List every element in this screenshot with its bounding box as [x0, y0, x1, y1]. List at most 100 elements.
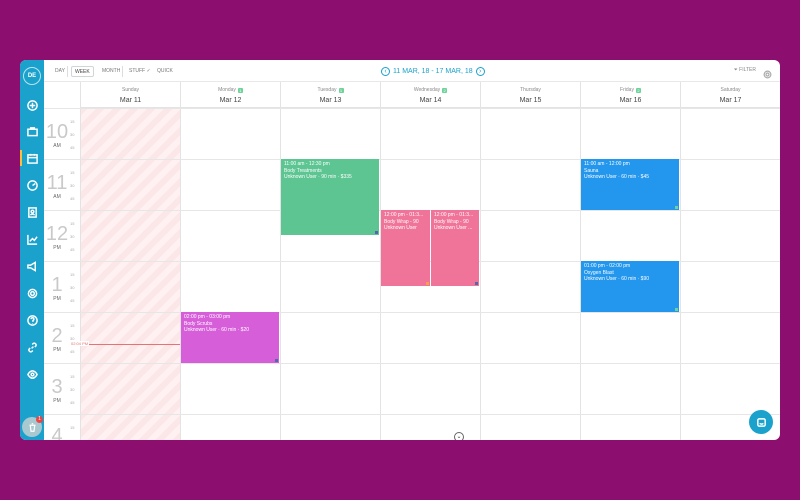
- chart-icon[interactable]: [20, 231, 44, 247]
- view-stuff-button[interactable]: STUFF ✓: [126, 66, 154, 77]
- day-date: Mar 11: [119, 97, 142, 104]
- resize-handle[interactable]: [475, 282, 478, 285]
- briefcase-icon[interactable]: [20, 123, 44, 139]
- minute-mark: 15: [70, 221, 75, 226]
- next-week-button[interactable]: ›: [475, 66, 485, 76]
- event-body-treatments[interactable]: 11:00 am - 12:30 pm Body Treatments Unkn…: [281, 159, 379, 235]
- prev-week-button[interactable]: ‹: [381, 66, 390, 76]
- hour-row-3pm: 3 PM 15 30 45: [44, 363, 780, 414]
- minute-mark: 15: [70, 425, 75, 430]
- resize-handle[interactable]: [675, 308, 678, 311]
- minute-mark: 45: [70, 400, 75, 405]
- minute-mark: 30: [70, 183, 75, 188]
- resize-handle[interactable]: [275, 359, 278, 362]
- resize-handle[interactable]: [426, 282, 429, 285]
- day-header-friday[interactable]: Friday 2 Mar 16: [580, 82, 680, 108]
- chat-icon: [756, 417, 766, 427]
- event-detail: Unknown User: [384, 225, 417, 231]
- event-body-scrubs[interactable]: 02:00 pm - 03:00 pm Body Scrubs Unknown …: [181, 312, 279, 363]
- resize-handle[interactable]: [375, 231, 378, 234]
- settings-icon[interactable]: [20, 285, 44, 301]
- trash-button[interactable]: 1: [22, 416, 43, 437]
- help-icon[interactable]: [20, 312, 44, 328]
- gear-icon: [763, 70, 772, 79]
- event-body-wrap[interactable]: 12:00 pm - 01:3... Body Wrap - 90 Unknow…: [381, 210, 430, 286]
- event-time: 12:00 pm - 01:3...: [434, 212, 474, 218]
- day-header-saturday[interactable]: Saturday Mar 17: [680, 82, 780, 108]
- link-icon[interactable]: [20, 339, 44, 355]
- hour-row-4pm: 4 15: [44, 414, 780, 440]
- day-date: Mar 13: [319, 97, 342, 104]
- chevron-down-icon: ⌄: [456, 434, 462, 440]
- event-detail: Unknown User · 90 min · $335: [284, 174, 352, 180]
- am-pm-label: AM: [53, 143, 61, 149]
- hour-number: 10: [45, 121, 69, 143]
- week-grid: Sunday Mar 11 Monday 1 Mar 12 Tuesday 1 Ma…: [44, 82, 780, 440]
- hour-row-2pm: 2 PM 15 30 45: [44, 312, 780, 363]
- day-header-thursday[interactable]: Thursday Mar 15: [480, 82, 580, 108]
- resize-handle[interactable]: [675, 206, 678, 209]
- current-time-label: 02:04 PM: [70, 341, 90, 346]
- user-avatar[interactable]: DE: [23, 67, 41, 85]
- minute-mark: 15: [70, 119, 75, 124]
- date-navigator: ‹ 11 MAR, 18 - 17 MAR, 18 ›: [381, 65, 485, 77]
- day-name: Monday: [218, 87, 236, 93]
- appointment-count-badge: 2: [635, 87, 641, 93]
- hour-label: 1 PM: [44, 262, 70, 302]
- am-pm-label: PM: [53, 245, 61, 251]
- event-time: 12:00 pm - 01:3...: [384, 212, 424, 218]
- event-sauna[interactable]: 11:00 am - 12:00 pm Sauna Unknown User ·…: [581, 159, 679, 210]
- megaphone-icon[interactable]: [20, 258, 44, 274]
- minute-mark: 30: [70, 387, 75, 392]
- calendar-icon[interactable]: [20, 150, 44, 166]
- minute-mark: 15: [70, 323, 75, 328]
- filter-button[interactable]: ⏷ FILTER: [734, 67, 756, 73]
- view-quick-button[interactable]: QUICK: [154, 66, 176, 77]
- day-name: Sunday: [122, 87, 139, 93]
- day-header-monday[interactable]: Monday 1 Mar 12: [180, 82, 280, 108]
- am-pm-label: PM: [53, 347, 61, 353]
- chat-button[interactable]: [749, 410, 773, 434]
- day-date: Mar 16: [619, 97, 642, 104]
- scroll-down-button[interactable]: ⌄: [454, 432, 464, 440]
- appointment-count-badge: 1: [338, 87, 344, 93]
- day-date: Mar 17: [719, 97, 742, 104]
- day-name: Friday: [620, 87, 634, 93]
- contacts-icon[interactable]: [20, 204, 44, 220]
- filter-icon: ⏷: [733, 67, 738, 73]
- hour-number: 3: [51, 376, 63, 398]
- event-oxygen-blast[interactable]: 01:00 pm - 02:00 pm Oxygen Blast Unknown…: [581, 261, 679, 312]
- view-week-button[interactable]: WEEK: [71, 66, 94, 77]
- event-detail: Unknown User · 60 min · $45: [584, 174, 650, 180]
- am-pm-label: AM: [53, 194, 61, 200]
- hour-number: 2: [51, 325, 63, 347]
- day-header-tuesday[interactable]: Tuesday 1 Mar 13: [280, 82, 380, 108]
- minute-mark: 30: [70, 132, 75, 137]
- divider: [122, 66, 123, 77]
- minute-mark: 15: [70, 272, 75, 277]
- event-body-wrap[interactable]: 12:00 pm - 01:3... Body Wrap - 90 Unknow…: [431, 210, 479, 286]
- plus-icon[interactable]: [20, 97, 44, 113]
- view-month-button[interactable]: MONTH: [99, 66, 123, 77]
- day-header-sunday[interactable]: Sunday Mar 11: [80, 82, 180, 108]
- hour-label: 12 PM: [44, 211, 70, 251]
- view-day-button[interactable]: DAY: [52, 66, 68, 77]
- hour-number: 12: [45, 223, 69, 245]
- minute-mark: 45: [70, 247, 75, 252]
- minute-mark: 30: [70, 234, 75, 239]
- speedometer-icon[interactable]: [20, 177, 44, 193]
- calendar-settings-button[interactable]: [763, 66, 772, 79]
- hour-label: 2 PM: [44, 313, 70, 353]
- hour-label: 4: [44, 415, 70, 440]
- day-header-wednesday[interactable]: Wednesday 2 Mar 14: [380, 82, 480, 108]
- date-range-label: 11 MAR, 18 - 17 MAR, 18: [393, 67, 473, 75]
- eye-icon[interactable]: [20, 366, 44, 382]
- hour-label: 3 PM: [44, 364, 70, 404]
- day-name: Thursday: [520, 87, 541, 93]
- filter-label: FILTER: [739, 67, 756, 73]
- day-date: Mar 15: [519, 97, 542, 104]
- day-name: Saturday: [720, 87, 741, 93]
- divider: [67, 66, 68, 77]
- minute-mark: 45: [70, 145, 75, 150]
- hour-number: 1: [51, 274, 63, 296]
